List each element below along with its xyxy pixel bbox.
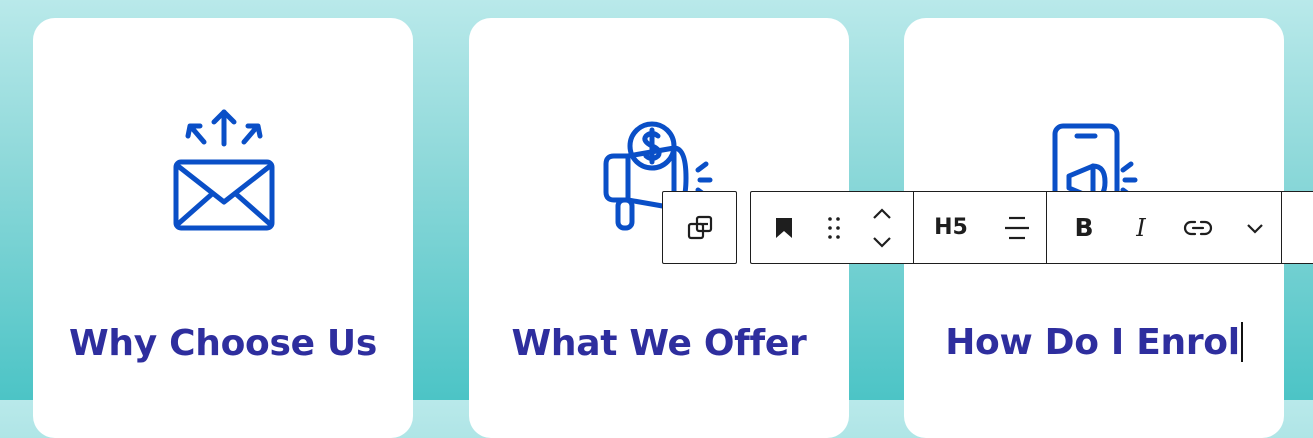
duplicate-blocks-icon	[687, 215, 712, 239]
move-up-icon[interactable]	[871, 204, 893, 224]
block-controls-section	[751, 192, 913, 263]
heading-level-button[interactable]: H5	[914, 192, 988, 263]
italic-button[interactable]: I	[1121, 192, 1161, 263]
toolbar-divider	[1281, 191, 1282, 264]
link-button[interactable]	[1161, 192, 1235, 263]
align-button[interactable]	[988, 192, 1046, 263]
card-why-choose-us: Why Choose Us	[33, 18, 413, 438]
block-type-button[interactable]	[751, 192, 817, 263]
link-icon	[1183, 220, 1213, 235]
move-down-icon[interactable]	[871, 232, 893, 252]
card-title: Why Choose Us	[69, 323, 377, 364]
editable-heading-text[interactable]: How Do I Enrol	[945, 322, 1240, 363]
duplicate-blocks-button[interactable]	[663, 192, 736, 263]
text-caret	[1240, 322, 1243, 362]
drag-handle-icon	[828, 216, 840, 239]
more-rich-text-button[interactable]	[1235, 192, 1275, 263]
bookmark-icon	[776, 217, 792, 238]
block-toolbar: H5 B I	[750, 191, 1313, 264]
heading-controls-section: H5	[914, 192, 1046, 263]
block-toolbar-parent	[662, 191, 737, 264]
card-title: How Do I Enrol	[904, 322, 1284, 363]
move-buttons	[851, 192, 913, 263]
card-title: What We Offer	[511, 323, 807, 364]
more-options-chevron-icon	[1247, 223, 1263, 234]
bold-button[interactable]: B	[1047, 192, 1121, 263]
format-controls-section: B I	[1047, 192, 1275, 263]
envelope-send-icon	[173, 109, 275, 231]
align-icon	[1005, 216, 1029, 239]
drag-handle-button[interactable]	[817, 192, 851, 263]
